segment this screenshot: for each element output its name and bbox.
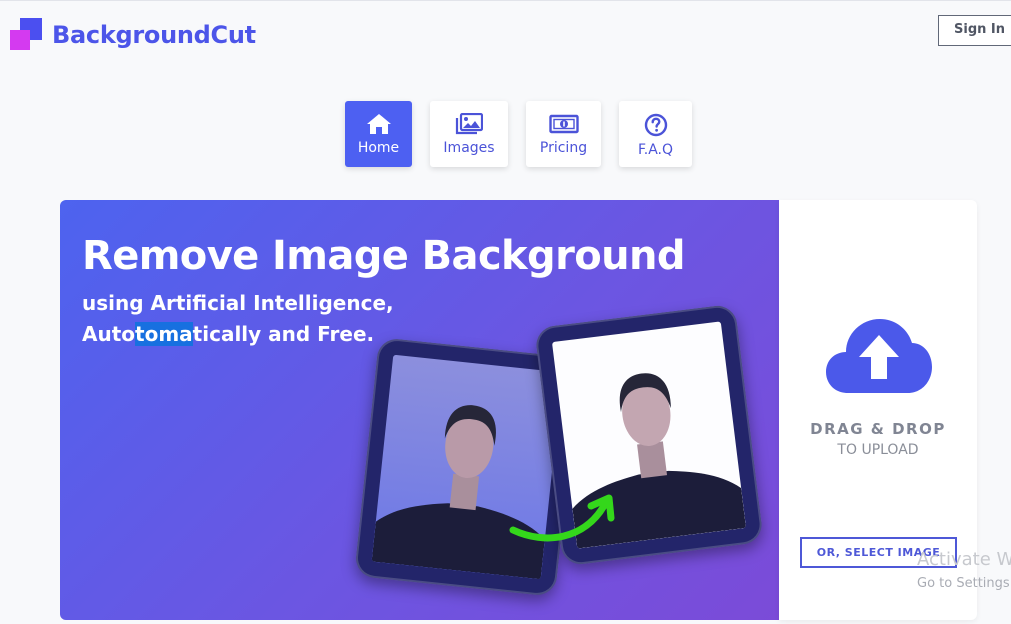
nav-images-label: Images bbox=[443, 140, 495, 156]
nav-images-button[interactable]: Images bbox=[430, 101, 508, 167]
hero-banner: Remove Image Background using Artificial… bbox=[60, 200, 779, 620]
nav-faq-button[interactable]: F.A.Q bbox=[619, 101, 692, 167]
go-to-settings-watermark: Go to Settings bbox=[917, 576, 1010, 591]
nav-pricing-label: Pricing bbox=[539, 140, 588, 156]
hero-title: Remove Image Background bbox=[82, 233, 685, 279]
drag-drop-title: DRAG & DROP bbox=[810, 420, 946, 438]
images-icon bbox=[455, 113, 483, 135]
nav-home-button[interactable]: Home bbox=[345, 101, 412, 167]
nav-faq-label: F.A.Q bbox=[637, 142, 674, 158]
activate-windows-watermark: Activate W bbox=[917, 549, 1011, 570]
logo-mark-icon bbox=[10, 18, 44, 52]
question-icon bbox=[644, 113, 667, 137]
hero-subtitle: using Artificial Intelligence, Autotomat… bbox=[82, 288, 394, 350]
sign-in-button[interactable]: Sign In bbox=[938, 15, 1011, 46]
money-icon bbox=[548, 114, 579, 134]
cloud-upload-icon bbox=[826, 319, 932, 393]
transform-arrow-icon bbox=[509, 494, 615, 542]
selected-text-highlight: toma bbox=[135, 322, 193, 346]
drag-drop-subtitle: TO UPLOAD bbox=[837, 442, 919, 458]
home-icon bbox=[366, 114, 391, 134]
brand-logo[interactable]: BackgroundCut bbox=[10, 18, 256, 52]
hero-subtitle-line2: Autotomatically and Free. bbox=[82, 322, 375, 346]
brand-name: BackgroundCut bbox=[52, 21, 256, 49]
nav-home-label: Home bbox=[357, 140, 400, 156]
nav-pricing-button[interactable]: Pricing bbox=[526, 101, 601, 167]
hero-subtitle-line1: using Artificial Intelligence, bbox=[82, 291, 394, 315]
